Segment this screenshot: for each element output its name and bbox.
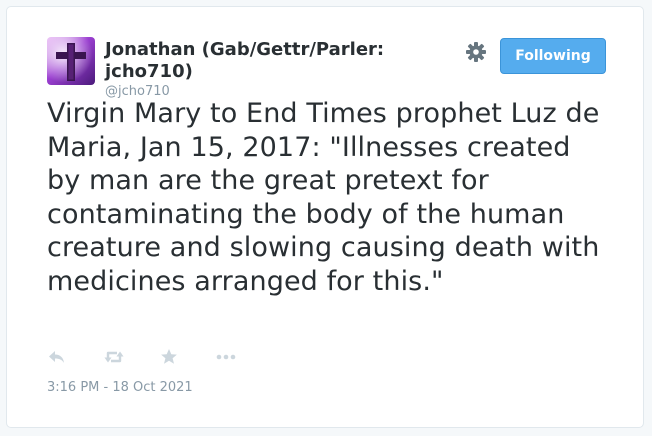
- user-avatar[interactable]: [47, 37, 95, 85]
- reply-icon[interactable]: [47, 347, 69, 367]
- display-name[interactable]: Jonathan (Gab/Gettr/Parler: jcho710): [105, 39, 445, 83]
- more-icon[interactable]: [215, 347, 237, 367]
- following-button[interactable]: Following: [500, 38, 606, 74]
- tweet-card: Jonathan (Gab/Gettr/Parler: jcho710) @jc…: [6, 6, 644, 428]
- gear-icon[interactable]: [465, 41, 487, 63]
- retweet-icon[interactable]: [103, 347, 125, 367]
- star-icon[interactable]: [159, 347, 181, 367]
- tweet-timestamp[interactable]: 3:16 PM - 18 Oct 2021: [47, 380, 193, 396]
- cross-avatar-icon: [47, 37, 95, 85]
- tweet-text: Virgin Mary to End Times prophet Luz de …: [47, 98, 600, 297]
- user-info: Jonathan (Gab/Gettr/Parler: jcho710) @jc…: [105, 39, 445, 100]
